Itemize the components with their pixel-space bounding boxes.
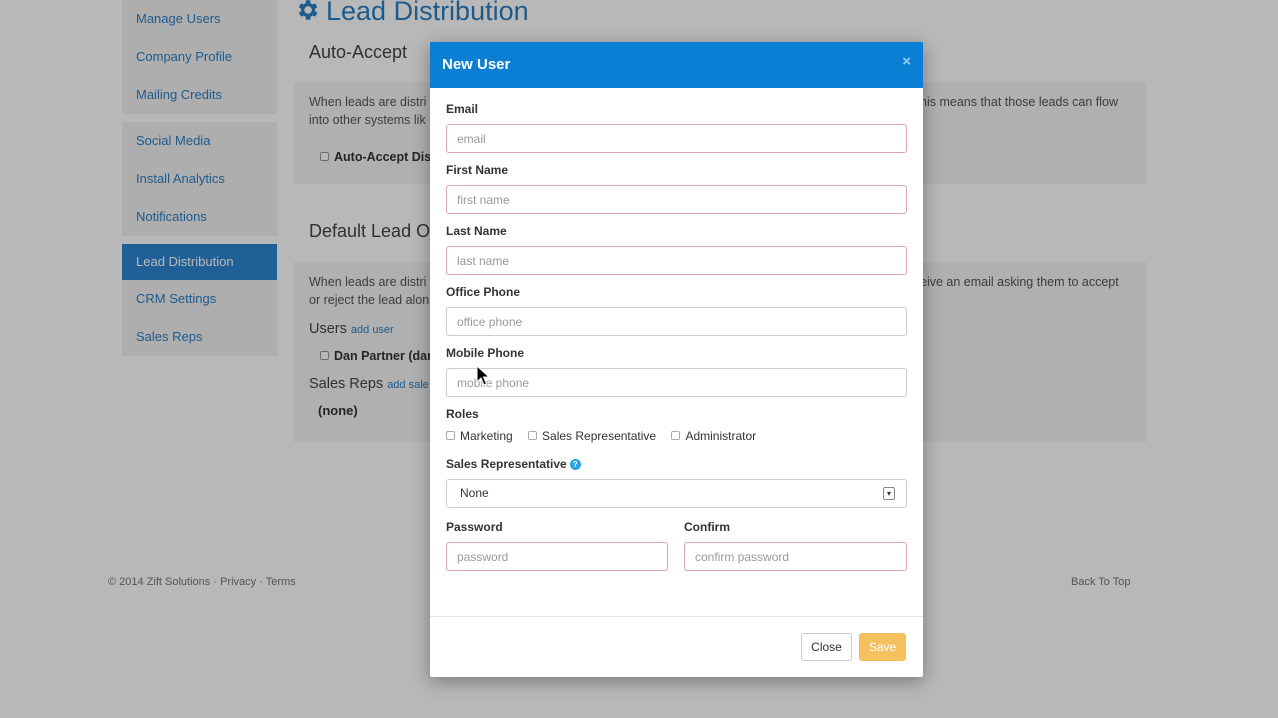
role-sales-representative[interactable]: Sales Representative	[528, 429, 656, 443]
mouse-pointer-icon	[476, 365, 490, 386]
save-button[interactable]: Save	[859, 633, 906, 661]
role-marketing[interactable]: Marketing	[446, 429, 513, 443]
office-phone-field[interactable]	[446, 307, 907, 336]
modal-header: New User ×	[430, 42, 923, 88]
office-phone-label: Office Phone	[446, 285, 521, 299]
role-administrator-label: Administrator	[685, 429, 757, 443]
last-name-field[interactable]	[446, 246, 907, 275]
sales-rep-select[interactable]: None ▾	[446, 479, 907, 508]
chevron-down-icon[interactable]: ▾	[883, 487, 895, 500]
sales-rep-selected: None	[460, 486, 489, 500]
confirm-label: Confirm	[684, 520, 730, 534]
role-marketing-label: Marketing	[460, 429, 513, 443]
email-label: Email	[446, 102, 479, 116]
checkbox-icon[interactable]	[446, 431, 455, 440]
first-name-label: First Name	[446, 163, 509, 177]
mobile-phone-label: Mobile Phone	[446, 346, 524, 360]
modal-title: New User	[442, 56, 511, 73]
confirm-password-field[interactable]	[684, 542, 907, 571]
checkbox-icon[interactable]	[671, 431, 681, 440]
modal-footer: Close Save	[430, 616, 923, 677]
sales-rep-label-text: Sales Representative	[446, 457, 567, 471]
first-name-field[interactable]	[446, 185, 907, 214]
role-sales-rep-label: Sales Representative	[542, 429, 657, 443]
new-user-modal: New User × Email First Name Last Name Of…	[430, 42, 923, 677]
mobile-phone-field[interactable]	[446, 368, 907, 397]
role-administrator[interactable]: Administrator	[671, 429, 756, 443]
close-button[interactable]: Close	[801, 633, 852, 661]
roles-label: Roles	[446, 407, 479, 421]
password-label: Password	[446, 520, 503, 534]
close-icon[interactable]: ×	[902, 53, 911, 70]
help-icon[interactable]: ?	[569, 459, 581, 470]
last-name-label: Last Name	[446, 224, 507, 238]
roles-options: Marketing Sales Representative Administr…	[446, 429, 768, 443]
password-field[interactable]	[446, 542, 668, 571]
email-field[interactable]	[446, 124, 907, 153]
checkbox-icon[interactable]	[528, 431, 538, 440]
sales-rep-label: Sales Representative?	[446, 457, 581, 471]
